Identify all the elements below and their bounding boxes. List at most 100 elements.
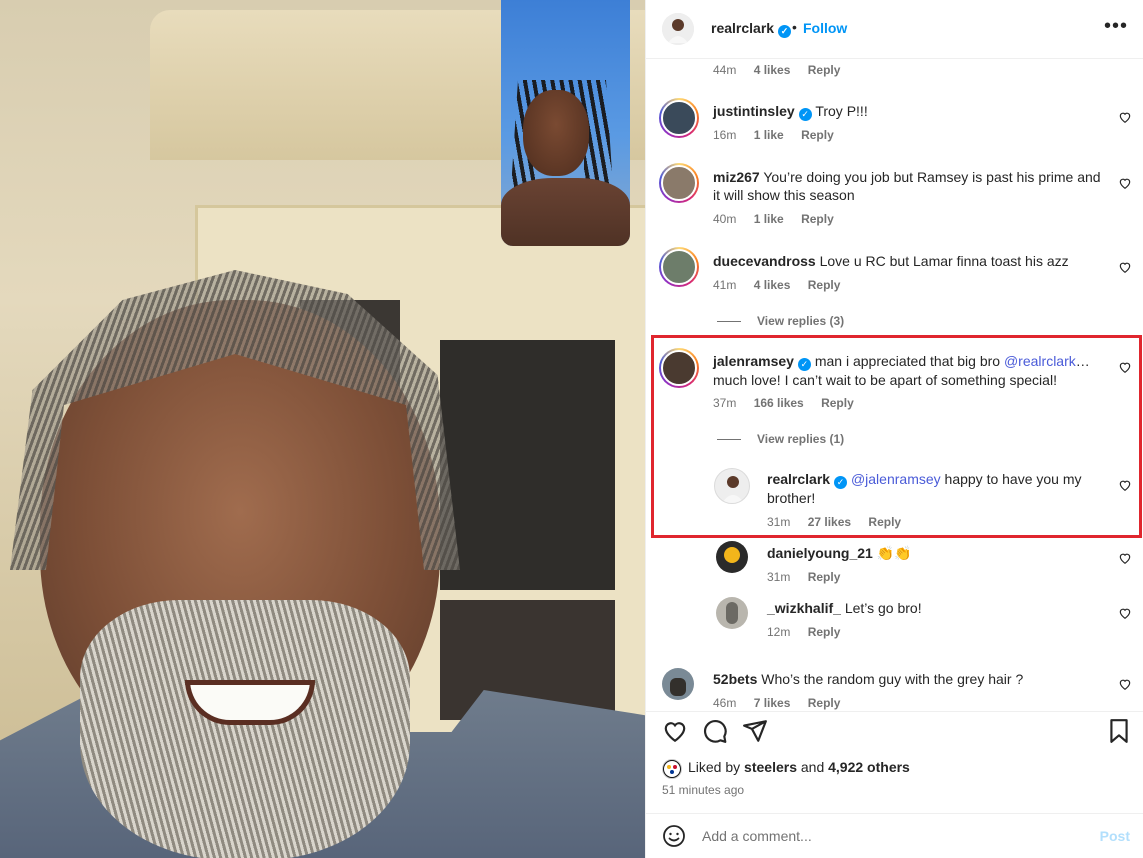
liked-by-user-link[interactable]: steelers (744, 759, 797, 775)
like-comment-heart-icon[interactable] (1118, 110, 1132, 124)
comment-meta: 41m 4 likes Reply (713, 278, 840, 292)
comment-likes[interactable]: 4 likes (754, 63, 791, 77)
comment-bubble-icon[interactable] (702, 718, 728, 744)
reply-body: 👏👏 (876, 545, 912, 561)
mention-link[interactable]: @jalenramsey (851, 471, 941, 487)
emoji-icon[interactable] (662, 824, 686, 848)
verified-badge-icon: ✓ (778, 25, 792, 38)
comments-list[interactable]: 44m 4 likes Reply justintinsley ✓ Troy P!… (646, 60, 1143, 710)
comment-likes[interactable]: 7 likes (754, 696, 791, 710)
comment-text: jalenramsey ✓ man i appreciated that big … (713, 352, 1093, 389)
reply-text: danielyoung_21 👏👏 (767, 544, 1097, 562)
reply-button[interactable]: Reply (808, 278, 841, 292)
post-comment-button[interactable]: Post (1100, 828, 1130, 844)
comment-likes[interactable]: 1 like (754, 128, 784, 142)
commenter-avatar[interactable] (662, 668, 694, 700)
view-replies-button[interactable]: View replies (1) (717, 432, 844, 446)
facetime-pip-video[interactable] (501, 0, 630, 246)
reply-meta: 31m 27 likes Reply (767, 515, 901, 529)
comment-text: 52bets Who’s the random guy with the gre… (713, 670, 1108, 688)
person-beard (80, 600, 410, 858)
pip-person-face (523, 90, 589, 176)
comment-likes[interactable]: 1 like (754, 212, 784, 226)
comment-body: man i appreciated that big bro (814, 353, 1001, 369)
avatar-photo-icon (722, 476, 744, 503)
like-comment-heart-icon[interactable] (1118, 677, 1132, 691)
reply-username[interactable]: danielyoung_21 (767, 545, 873, 561)
reply-username[interactable]: realrclark (767, 471, 830, 487)
comment-text: miz267 You’re doing you job but Ramsey i… (713, 168, 1108, 204)
add-comment-bar: Post (646, 813, 1143, 858)
reply-button[interactable]: Reply (808, 570, 841, 584)
like-reply-heart-icon[interactable] (1118, 606, 1132, 620)
reply-meta: 12m Reply (767, 625, 840, 639)
view-replies-button[interactable]: View replies (3) (717, 314, 844, 328)
reply-button[interactable]: Reply (801, 212, 834, 226)
reply-button[interactable]: Reply (808, 696, 841, 710)
commenter-avatar[interactable] (659, 348, 699, 388)
comment-likes[interactable]: 4 likes (754, 278, 791, 292)
reply-time: 31m (767, 570, 791, 584)
comment-input[interactable] (702, 825, 1082, 847)
avatar-photo (726, 602, 738, 624)
avatar-photo (661, 249, 697, 285)
comment-body: Who’s the random guy with the grey hair … (761, 671, 1024, 687)
avatar-photo (724, 547, 740, 563)
like-comment-heart-icon[interactable] (1118, 176, 1132, 190)
comment-text: justintinsley ✓ Troy P!!! (713, 102, 1103, 121)
commenter-avatar[interactable] (659, 163, 699, 203)
share-send-icon[interactable] (742, 718, 768, 744)
reply-text: _wizkhalif_ Let’s go bro! (767, 599, 1097, 617)
author-avatar[interactable] (662, 13, 694, 45)
comment-time: 40m (713, 212, 737, 226)
comment-username[interactable]: justintinsley (713, 103, 795, 119)
avatar-photo-icon (662, 13, 694, 45)
reply-button[interactable]: Reply (801, 128, 834, 142)
comment-username[interactable]: miz267 (713, 169, 760, 185)
reply-likes[interactable]: 27 likes (808, 515, 851, 529)
verified-badge-icon: ✓ (797, 358, 811, 371)
comment-time: 16m (713, 128, 737, 142)
comment-body: You’re doing you job but Ramsey is past … (713, 169, 1101, 203)
post-timestamp[interactable]: 51 minutes ago (662, 783, 744, 797)
reply-button[interactable]: Reply (868, 515, 901, 529)
avatar-photo (670, 678, 686, 696)
author-username[interactable]: realrclark ✓ (711, 20, 792, 38)
reply-username[interactable]: _wizkhalif_ (767, 600, 841, 616)
like-reply-heart-icon[interactable] (1118, 478, 1132, 492)
video-media[interactable] (0, 0, 645, 858)
comment-username[interactable]: jalenramsey (713, 353, 794, 369)
steelers-logo-icon (664, 761, 680, 777)
reply-button[interactable]: Reply (808, 625, 841, 639)
commenter-avatar[interactable] (659, 247, 699, 287)
comment-username[interactable]: duecevandross (713, 253, 816, 269)
reply-button[interactable]: Reply (821, 396, 854, 410)
comment-likes[interactable]: 166 likes (754, 396, 804, 410)
like-reply-heart-icon[interactable] (1118, 551, 1132, 565)
reply-time: 31m (767, 515, 791, 529)
reply-button[interactable]: Reply (808, 63, 841, 77)
avatar-photo (661, 100, 697, 136)
bookmark-save-icon[interactable] (1106, 718, 1132, 744)
reply-body: Let’s go bro! (844, 600, 922, 616)
post-header: realrclark ✓ • Follow ••• (646, 0, 1143, 59)
reply-avatar[interactable] (716, 597, 748, 629)
more-options-icon[interactable]: ••• (1104, 16, 1128, 36)
liked-by-others-link[interactable]: 4,922 others (828, 759, 910, 775)
reply-avatar[interactable] (716, 541, 748, 573)
reply-text: realrclark ✓ @jalenramsey happy to have y… (767, 470, 1097, 507)
reply-meta: 31m Reply (767, 570, 840, 584)
comment-username[interactable]: 52bets (713, 671, 757, 687)
reply-avatar[interactable] (714, 468, 750, 504)
like-comment-heart-icon[interactable] (1118, 260, 1132, 274)
comment-body: Troy P!!! (815, 103, 868, 119)
like-comment-heart-icon[interactable] (1118, 360, 1132, 374)
steelers-avatar[interactable] (662, 759, 682, 779)
commenter-avatar[interactable] (659, 98, 699, 138)
comment-time: 41m (713, 278, 737, 292)
comment-time: 46m (713, 696, 737, 710)
comment-meta: 16m 1 like Reply (713, 128, 834, 142)
follow-button[interactable]: Follow (803, 20, 847, 36)
like-heart-icon[interactable] (662, 718, 688, 744)
mention-link[interactable]: @realrclark (1004, 353, 1076, 369)
